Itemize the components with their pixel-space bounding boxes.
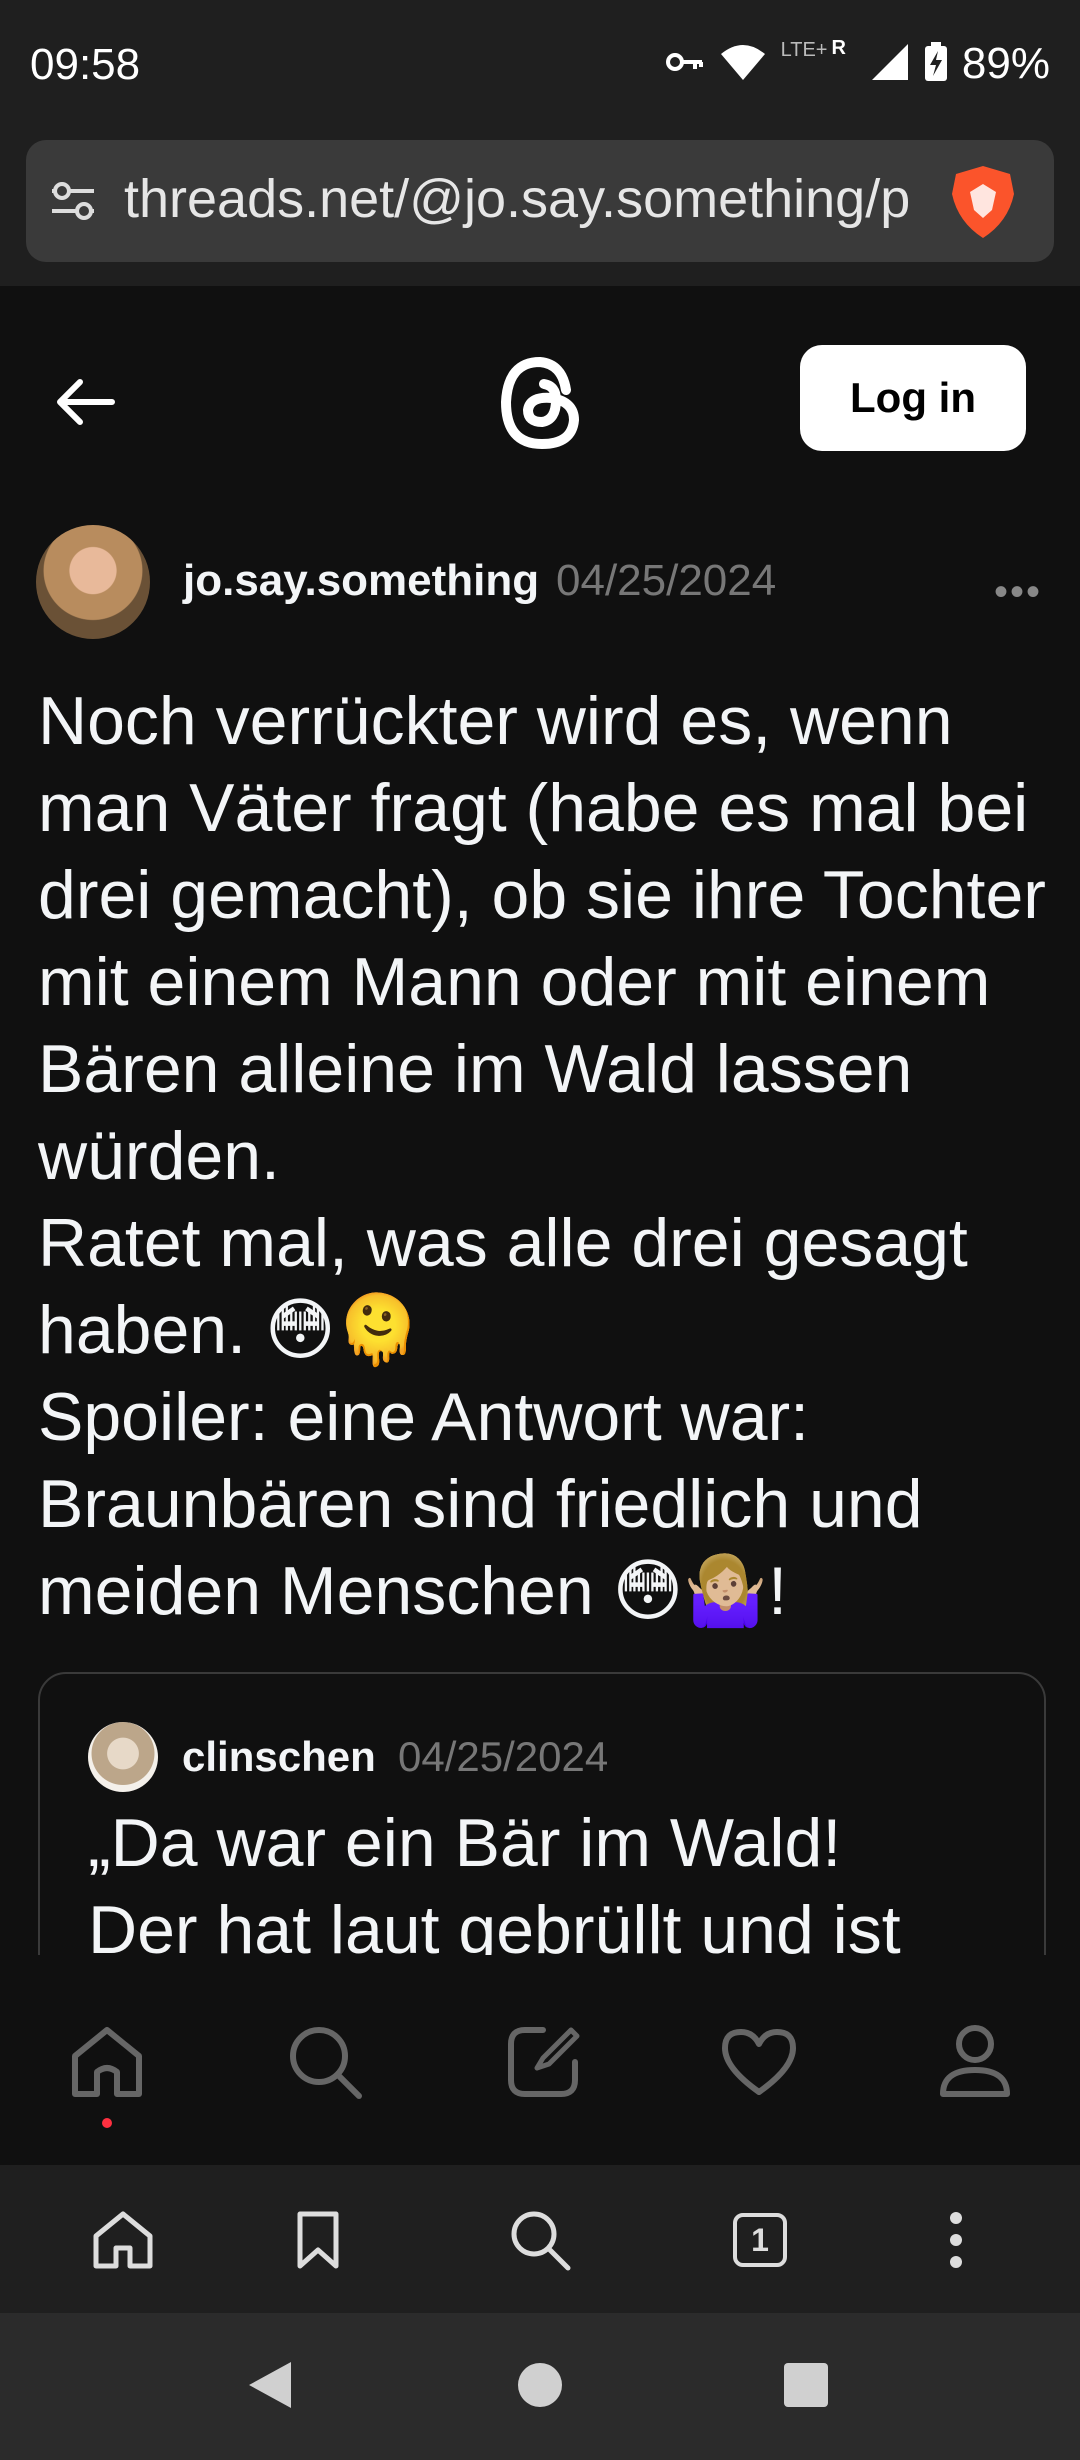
menu-dots-icon[interactable] [916, 2200, 996, 2280]
post-username[interactable]: jo.say.something [183, 556, 539, 606]
key-icon [665, 47, 705, 82]
more-options-icon[interactable]: ••• [994, 570, 1042, 615]
tab-count: 1 [751, 2221, 769, 2258]
bookmark-icon[interactable] [278, 2200, 358, 2280]
home-icon[interactable] [62, 2022, 152, 2102]
tabs-icon[interactable]: 1 [720, 2200, 800, 2280]
search-icon[interactable] [280, 2022, 370, 2102]
back-triangle-icon[interactable] [230, 2345, 310, 2425]
site-settings-icon[interactable] [48, 176, 98, 226]
browser-search-icon[interactable] [500, 2200, 580, 2280]
quoted-username[interactable]: clinschen [182, 1733, 376, 1781]
avatar[interactable] [36, 525, 150, 639]
threads-logo-icon[interactable] [490, 350, 590, 456]
home-active-dot [102, 2118, 112, 2128]
compose-icon[interactable] [498, 2022, 588, 2102]
quoted-date: 04/25/2024 [398, 1733, 609, 1780]
network-type: LTE+ [781, 39, 828, 62]
home-circle-icon[interactable] [500, 2345, 580, 2425]
status-time: 09:58 [30, 40, 141, 89]
brave-shield-icon[interactable] [948, 164, 1018, 240]
post-date[interactable]: 04/25/2024 [556, 556, 776, 606]
profile-icon[interactable] [930, 2022, 1020, 2102]
browser-home-icon[interactable] [83, 2200, 163, 2280]
back-arrow-icon[interactable] [50, 372, 120, 432]
login-button[interactable]: Log in [800, 345, 1026, 451]
roaming-label: R [831, 36, 846, 59]
battery-percent: 89% [961, 39, 1050, 88]
battery-charging-icon [924, 41, 948, 87]
url-text[interactable]: threads.net/@jo.say.something/p [124, 168, 919, 230]
signal-icon [870, 42, 910, 87]
wifi-icon [719, 42, 767, 87]
quoted-text: „Da war ein Bär im Wald! Der hat laut ge… [88, 1805, 901, 1968]
recents-square-icon[interactable] [766, 2345, 846, 2425]
post-text: Noch verrückter wird es, wenn man Väter … [38, 683, 1046, 1629]
quoted-avatar[interactable] [88, 1722, 158, 1792]
heart-icon[interactable] [714, 2022, 804, 2102]
status-icons: LTE+ R 89% [665, 34, 1050, 94]
network-label: LTE+ [780, 38, 828, 61]
